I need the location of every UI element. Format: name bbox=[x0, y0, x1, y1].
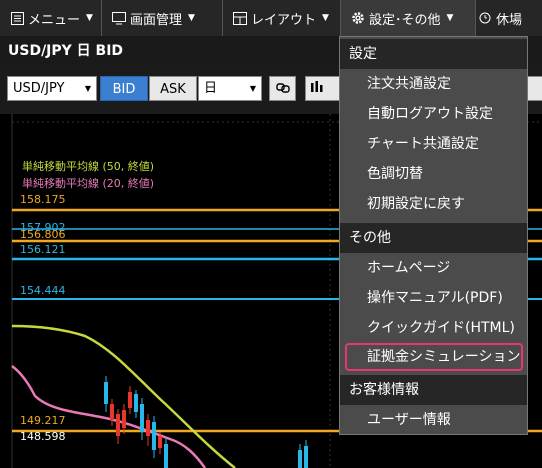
menu-button[interactable]: メニュー ▼ bbox=[0, 0, 102, 36]
top-menu-bar: メニュー ▼ 画面管理 ▼ レイアウト ▼ 設定･その他 ▼ 休場 bbox=[0, 0, 542, 37]
screen-management-button[interactable]: 画面管理 ▼ bbox=[102, 0, 223, 36]
toolbar-right-button[interactable] bbox=[527, 76, 542, 101]
settings-dropdown-menu: 設定 注文共通設定 自動ログアウト設定 チャート共通設定 色調切替 初期設定に戻… bbox=[339, 36, 528, 435]
menu-item-reset-defaults[interactable]: 初期設定に戻す bbox=[340, 189, 527, 219]
menu-item-color-theme[interactable]: 色調切替 bbox=[340, 159, 527, 189]
legend-ma50: 単純移動平均線 (50, 終値) bbox=[22, 160, 155, 173]
price-label: 148.598 bbox=[20, 430, 66, 443]
chevron-down-icon: ▼ bbox=[86, 13, 93, 23]
symbol-select-value: USD/JPY bbox=[13, 81, 65, 96]
menu-section-customer-info: お客様情報 bbox=[340, 375, 527, 405]
menu-item-homepage[interactable]: ホームページ bbox=[340, 253, 527, 283]
timeframe-select[interactable]: 日 ▼ bbox=[198, 76, 262, 101]
menu-section-settings: 設定 bbox=[340, 39, 527, 69]
menu-item-margin-simulation[interactable]: 証拠金シミュレーション bbox=[345, 343, 523, 371]
menu-item-auto-logout[interactable]: 自動ログアウト設定 bbox=[340, 99, 527, 129]
layout-icon bbox=[233, 11, 247, 25]
symbol-select[interactable]: USD/JPY ▼ bbox=[7, 76, 97, 101]
market-holiday-button[interactable]: 休場 bbox=[476, 0, 542, 36]
settings-other-button[interactable]: 設定･その他 ▼ bbox=[341, 0, 476, 36]
candlestick-icon bbox=[309, 79, 325, 98]
layout-label: レイアウト bbox=[251, 12, 317, 28]
market-holiday-label: 休場 bbox=[496, 12, 523, 28]
price-label: 158.175 bbox=[20, 193, 66, 206]
menu-section-other: その他 bbox=[340, 223, 527, 253]
menu-item-quick-guide[interactable]: クイックガイド(HTML) bbox=[340, 313, 527, 343]
ma50-line bbox=[11, 324, 236, 468]
chart-type-button[interactable] bbox=[305, 76, 341, 101]
price-label: 154.444 bbox=[20, 284, 66, 297]
chevron-down-icon: ▼ bbox=[84, 84, 91, 93]
bid-button[interactable]: BID bbox=[100, 76, 148, 101]
price-label: 156.121 bbox=[20, 243, 66, 256]
chevron-down-icon: ▼ bbox=[446, 13, 454, 23]
menu-item-chart-settings[interactable]: チャート共通設定 bbox=[340, 129, 527, 159]
link-icon bbox=[275, 79, 290, 98]
ask-button[interactable]: ASK bbox=[149, 76, 197, 101]
screen-icon bbox=[112, 11, 126, 25]
menu-item-manual-pdf[interactable]: 操作マニュアル(PDF) bbox=[340, 283, 527, 313]
layout-button[interactable]: レイアウト ▼ bbox=[223, 0, 341, 36]
menu-icon bbox=[10, 11, 24, 25]
gear-icon bbox=[351, 11, 365, 25]
clock-icon bbox=[478, 11, 492, 25]
link-button[interactable] bbox=[269, 76, 296, 101]
chevron-down-icon: ▼ bbox=[188, 13, 195, 23]
candles bbox=[104, 376, 308, 468]
settings-other-label: 設定･その他 bbox=[369, 12, 441, 28]
menu-item-user-info[interactable]: ユーザー情報 bbox=[340, 405, 527, 435]
price-label: 156.806 bbox=[20, 228, 66, 241]
chevron-down-icon: ▼ bbox=[322, 13, 329, 23]
screen-management-label: 画面管理 bbox=[130, 12, 183, 28]
menu-item-order-settings[interactable]: 注文共通設定 bbox=[340, 69, 527, 99]
legend-ma20: 単純移動平均線 (20, 終値) bbox=[22, 177, 155, 190]
price-label: 149.217 bbox=[20, 414, 66, 427]
menu-label: メニュー bbox=[28, 12, 81, 28]
chevron-down-icon: ▼ bbox=[249, 84, 256, 93]
timeframe-select-value: 日 bbox=[204, 81, 218, 96]
